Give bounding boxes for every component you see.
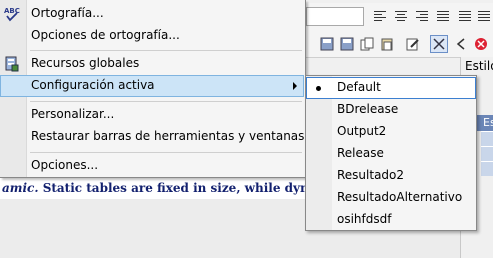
standard-toolbar	[300, 31, 493, 58]
menu-item-label: Opciones...	[31, 158, 99, 172]
submenu-item-osihfdsdf[interactable]: osihfdsdf	[306, 209, 476, 231]
back-button[interactable]	[452, 35, 470, 53]
submenu-item-resultado2[interactable]: Resultado2	[306, 165, 476, 187]
menu-item-label: Personalizar...	[31, 107, 115, 121]
submenu-item-bdrelease[interactable]: BDrelease	[306, 99, 476, 121]
submenu-arrow-icon	[293, 82, 297, 90]
align-right-icon	[416, 11, 428, 21]
submenu-item-label: Default	[337, 80, 381, 94]
panel-cell	[481, 146, 493, 161]
active-configuration-submenu: Default BDrelease Output2 Release Result…	[305, 75, 477, 231]
submenu-item-default[interactable]: Default	[306, 77, 476, 99]
align-center-icon	[395, 11, 407, 21]
submenu-item-label: Resultado2	[337, 168, 405, 182]
numbered-list-button[interactable]	[476, 8, 492, 24]
menu-item-label: Configuración activa	[31, 78, 155, 92]
submenu-item-label: ResultadoAlternativo	[337, 190, 463, 204]
menu-item-restore-toolbars[interactable]: Restaurar barras de herramientas y venta…	[0, 126, 316, 148]
document-italic-text: amic.	[2, 181, 39, 195]
back-arrow-icon	[456, 38, 465, 50]
menu-item-customize[interactable]: Personalizar...	[0, 104, 304, 126]
numbered-list-icon	[478, 11, 490, 21]
style-panel-label: Estilo	[465, 59, 493, 73]
style-dropdown[interactable]	[306, 7, 364, 26]
submenu-item-output2[interactable]: Output2	[306, 121, 476, 143]
radio-bullet-icon	[316, 86, 321, 91]
menu-item-label: Opciones de ortografía...	[31, 28, 180, 42]
menu-item-spelling-options[interactable]: Opciones de ortografía...	[0, 25, 304, 47]
panel-cell	[481, 161, 493, 176]
cross-markers-icon	[433, 38, 445, 50]
align-center-button[interactable]	[393, 8, 409, 24]
menu-separator	[30, 101, 302, 102]
copy-button[interactable]	[358, 35, 376, 53]
save-all-button[interactable]	[338, 35, 356, 53]
justify-button[interactable]	[435, 8, 451, 24]
align-left-button[interactable]	[372, 8, 388, 24]
menu-separator	[30, 152, 302, 153]
copy-icon	[360, 37, 374, 51]
bullet-list-button[interactable]	[457, 8, 473, 24]
paste-icon	[381, 38, 393, 51]
submenu-item-label: Output2	[337, 124, 387, 138]
spell-check-icon: ABC	[4, 7, 20, 22]
align-right-button[interactable]	[414, 8, 430, 24]
submenu-item-label: osihfdsdf	[337, 212, 392, 226]
toggle-markers-button[interactable]	[430, 35, 448, 53]
panel-header-text: Es	[483, 116, 493, 129]
menu-item-global-resources[interactable]: Recursos globales	[0, 53, 304, 75]
menu-item-active-configuration[interactable]: Configuración activa	[0, 75, 304, 97]
submenu-item-label: Release	[337, 146, 384, 160]
edit-icon	[406, 38, 419, 51]
submenu-item-release[interactable]: Release	[306, 143, 476, 165]
menu-item-label: Recursos globales	[31, 56, 140, 70]
paste-button[interactable]	[378, 35, 396, 53]
bullet-list-icon	[459, 11, 471, 21]
justify-icon	[437, 11, 449, 21]
align-left-icon	[374, 11, 386, 21]
menu-item-label: Restaurar barras de herramientas y venta…	[31, 129, 316, 143]
menu-separator	[30, 50, 302, 51]
submenu-item-resultado-alternativo[interactable]: ResultadoAlternativo	[306, 187, 476, 209]
svg-text:ABC: ABC	[4, 7, 20, 15]
stop-icon	[475, 38, 487, 50]
menu-item-label: Ortografía...	[31, 6, 104, 20]
edit-button[interactable]	[404, 35, 422, 53]
menu-item-spelling[interactable]: ABC Ortografía...	[0, 3, 304, 25]
save-icon	[320, 37, 334, 51]
panel-cell	[481, 131, 493, 146]
menu-item-options[interactable]: Opciones...	[0, 155, 304, 177]
save-all-icon	[340, 37, 354, 51]
global-resources-icon	[5, 56, 19, 72]
tools-menu: ABC Ortografía... Opciones de ortografía…	[0, 0, 316, 178]
save-button[interactable]	[318, 35, 336, 53]
submenu-item-label: BDrelease	[337, 102, 399, 116]
stop-button[interactable]	[472, 35, 490, 53]
